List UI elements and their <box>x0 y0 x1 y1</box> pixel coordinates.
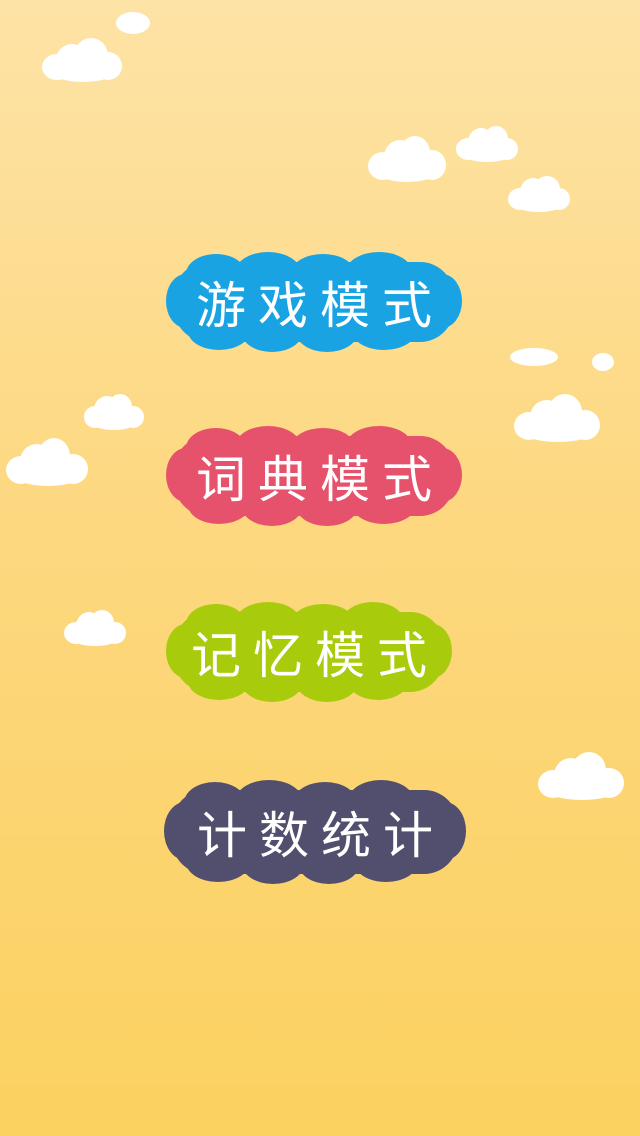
game-mode-label: 游戏模式 <box>196 277 444 335</box>
cloud-decoration <box>6 438 88 488</box>
cloud-decoration <box>368 136 446 184</box>
cloud-decoration <box>538 752 624 802</box>
dictionary-mode-button[interactable]: 词典模式 <box>166 426 462 526</box>
cloud-decoration <box>64 610 126 648</box>
game-mode-button[interactable]: 游戏模式 <box>166 252 462 352</box>
cloud-decoration <box>84 394 144 432</box>
statistics-label: 计数统计 <box>197 807 445 865</box>
cloud-decoration <box>42 38 122 82</box>
cloud-dot <box>592 353 614 371</box>
cloud-dot <box>116 12 150 34</box>
cloud-decoration <box>514 394 600 444</box>
statistics-button[interactable]: 计数统计 <box>164 780 466 884</box>
memory-mode-button[interactable]: 记忆模式 <box>166 602 452 702</box>
home-screen: 游戏模式 词典模式 记忆模式 计数统计 <box>0 0 640 1136</box>
cloud-dot <box>510 348 558 366</box>
dictionary-mode-label: 词典模式 <box>196 451 444 509</box>
memory-mode-label: 记忆模式 <box>191 627 439 685</box>
cloud-decoration <box>508 176 570 214</box>
cloud-decoration <box>456 126 518 164</box>
